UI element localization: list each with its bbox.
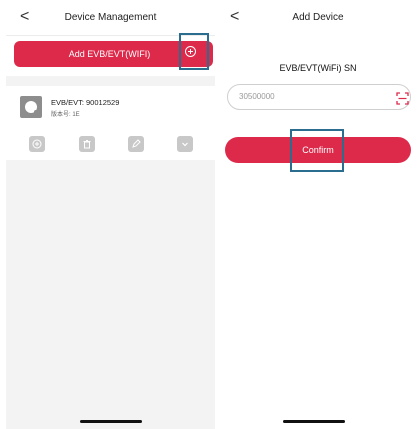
add-button-label: Add EVB/EVT(WIFI)	[68, 49, 151, 59]
gear-icon	[20, 96, 42, 118]
page-title: Device Management	[64, 12, 157, 23]
trash-icon[interactable]	[79, 136, 95, 152]
home-indicator	[80, 420, 142, 423]
add-icon[interactable]	[29, 136, 45, 152]
chevron-down-icon[interactable]	[177, 136, 193, 152]
page-title: Add Device	[292, 12, 344, 23]
highlight-box	[290, 129, 344, 172]
home-indicator	[283, 420, 345, 423]
device-management-screen: < Device Management Add EVB/EVT(WIFI) EV…	[6, 0, 215, 429]
top-bar: < Add Device	[219, 0, 417, 35]
sn-field-label: EVB/EVT(WiFi) SN	[279, 63, 357, 73]
scan-icon[interactable]	[396, 92, 409, 105]
highlight-box	[179, 33, 209, 70]
add-device-screen: < Add Device EVB/EVT(WiFi) SN 30500000 C…	[219, 0, 417, 429]
device-sn: EVB/EVT: 90012529	[51, 98, 120, 107]
edit-icon[interactable]	[128, 136, 144, 152]
sn-input-value: 30500000	[239, 92, 275, 101]
device-version: 版本号: 1E	[51, 112, 80, 118]
top-bar: < Device Management	[6, 0, 215, 36]
sn-input[interactable]: 30500000	[227, 84, 411, 110]
